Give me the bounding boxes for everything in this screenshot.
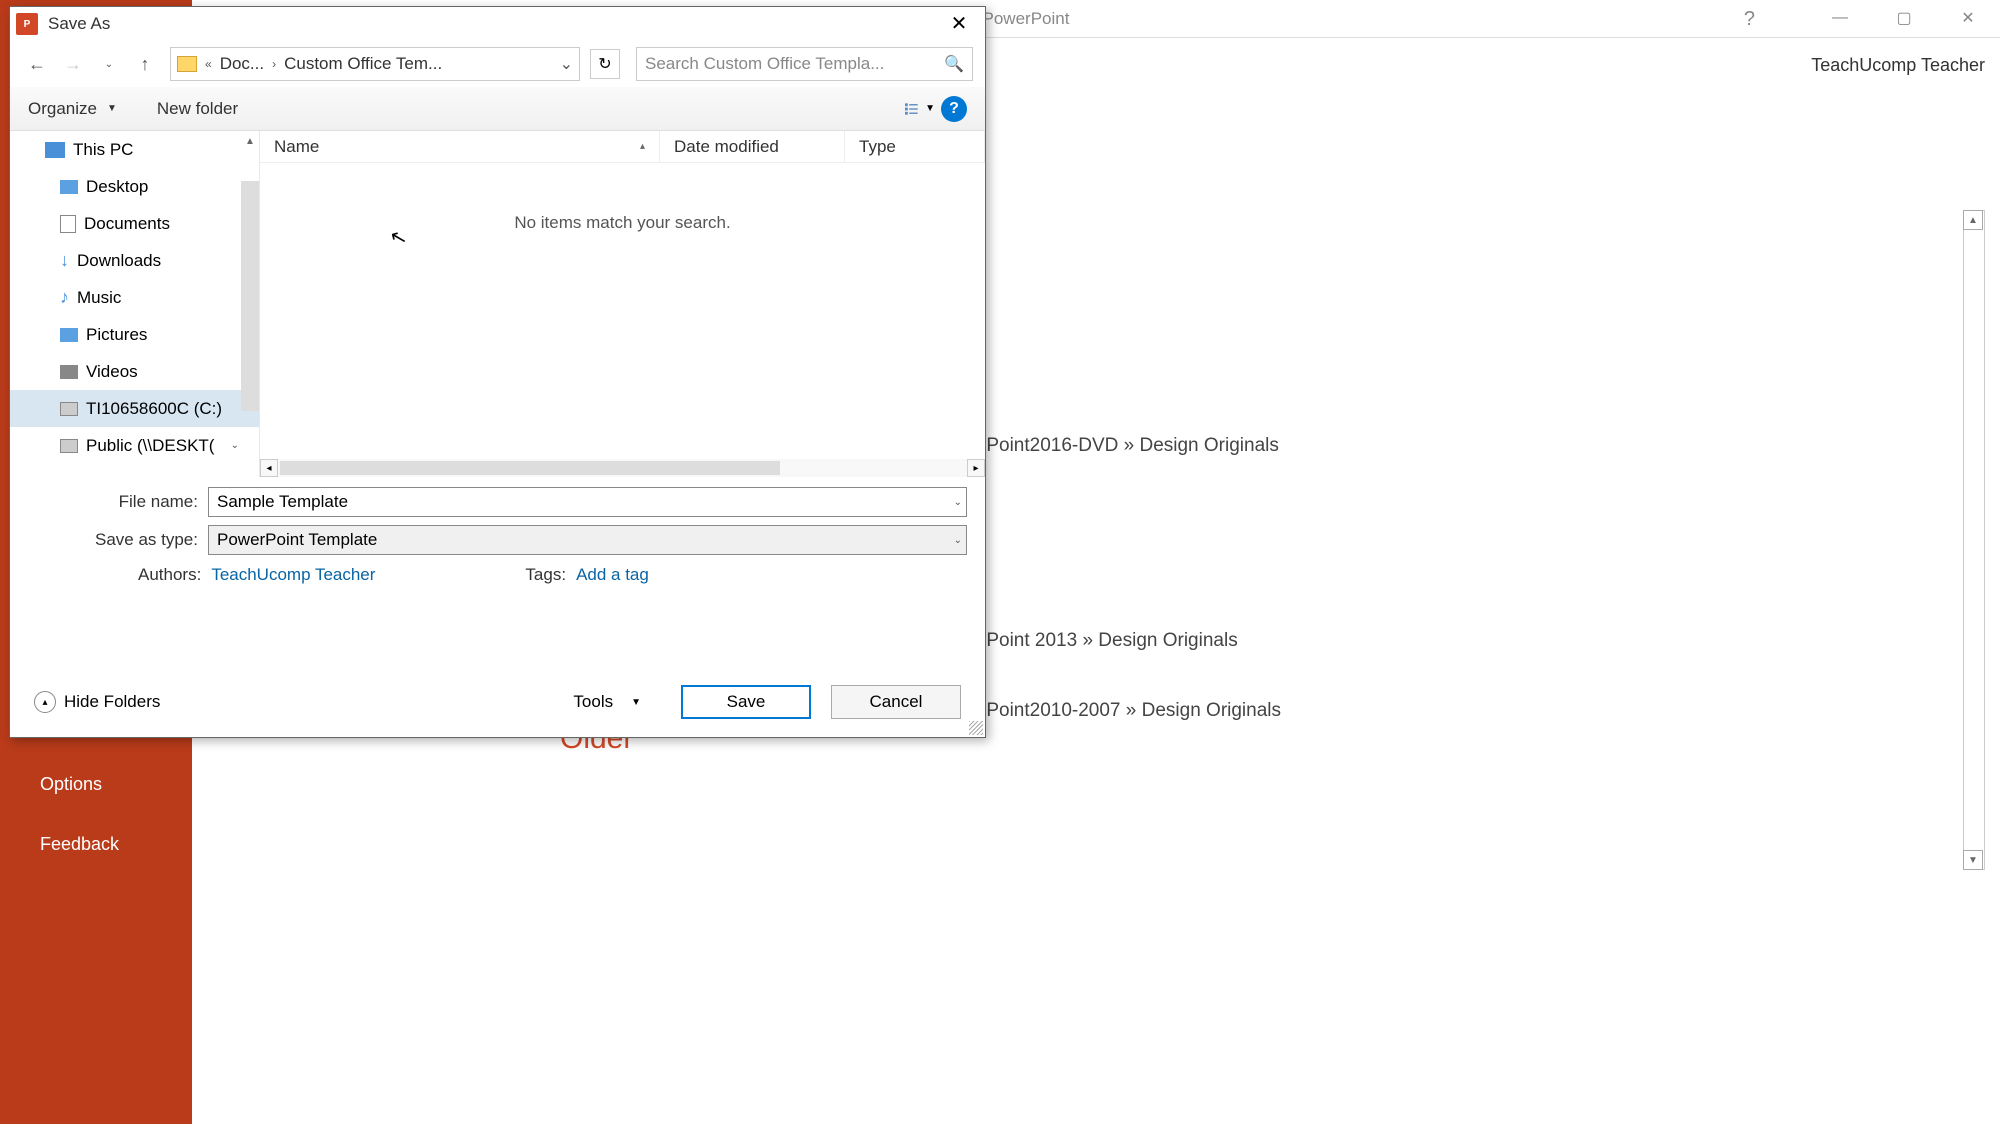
column-name[interactable]: Name▴ (260, 131, 660, 162)
tags-value[interactable]: Add a tag (576, 565, 649, 585)
scroll-down-icon[interactable]: ▼ (1963, 850, 1983, 870)
music-icon: ♪ (60, 287, 69, 308)
dialog-footer: ▴ Hide Folders Tools▼ Save Cancel (10, 667, 985, 737)
powerpoint-icon: P (16, 13, 38, 35)
recent-path-1[interactable]: rPoint2016-DVD » Design Originals (980, 435, 1279, 457)
cancel-button[interactable]: Cancel (831, 685, 961, 719)
dialog-titlebar[interactable]: P Save As ✕ (10, 7, 985, 41)
tree-scrollbar-thumb[interactable] (241, 181, 259, 411)
organize-button[interactable]: Organize▼ (28, 99, 117, 119)
horizontal-scrollbar[interactable]: ◂ ▸ (260, 459, 985, 477)
new-folder-button[interactable]: New folder (157, 99, 238, 119)
save-type-select[interactable]: PowerPoint Template ⌄ (208, 525, 967, 555)
dialog-toolbar: Organize▼ New folder ▼ ? (10, 87, 985, 131)
save-button[interactable]: Save (681, 685, 811, 719)
up-button[interactable]: ↑ (130, 49, 160, 79)
folder-icon (177, 56, 197, 72)
scroll-left-icon[interactable]: ◂ (260, 459, 278, 477)
save-as-dialog: P Save As ✕ ← → ⌄ ↑ « Doc... › Custom Of… (9, 6, 986, 738)
network-drive-icon (60, 439, 78, 453)
address-bar[interactable]: « Doc... › Custom Office Tem... ⌄ (170, 47, 580, 81)
tree-music[interactable]: ♪ Music (10, 279, 259, 316)
window-controls: — ▢ ✕ (1808, 0, 2000, 36)
tools-button[interactable]: Tools▼ (553, 686, 661, 718)
tree-local-drive[interactable]: TI10658600C (C:) (10, 390, 259, 427)
file-list-header: Name▴ Date modified Type (260, 131, 985, 163)
tree-this-pc[interactable]: This PC (10, 131, 259, 168)
search-box[interactable]: Search Custom Office Templa... 🔍 (636, 47, 973, 81)
dialog-fields: File name: Sample Template ⌄ Save as typ… (10, 477, 985, 585)
drive-icon (60, 402, 78, 416)
search-placeholder: Search Custom Office Templa... (645, 54, 944, 74)
resize-grip[interactable] (969, 721, 983, 735)
filename-label: File name: (28, 492, 208, 512)
close-button[interactable]: ✕ (1936, 0, 2000, 36)
refresh-button[interactable]: ↻ (590, 49, 620, 79)
breadcrumb-sep[interactable]: « (201, 57, 216, 71)
sidebar-item-feedback[interactable]: Feedback (0, 820, 192, 869)
chevron-up-icon: ▴ (34, 691, 56, 713)
view-options-button[interactable]: ▼ (905, 94, 935, 124)
download-icon: ↓ (60, 250, 69, 271)
tree-videos[interactable]: Videos (10, 353, 259, 390)
filename-input[interactable]: Sample Template ⌄ (208, 487, 967, 517)
folder-tree: ▲ This PC Desktop Documents ↓ Downloads … (10, 131, 260, 477)
breadcrumb-documents[interactable]: Doc... (220, 54, 264, 74)
authors-value[interactable]: TeachUcomp Teacher (211, 565, 375, 585)
recent-path-2[interactable]: rPoint 2013 » Design Originals (980, 630, 1238, 652)
close-icon[interactable]: ✕ (939, 9, 979, 37)
history-dropdown-icon[interactable]: ⌄ (94, 49, 124, 79)
sort-asc-icon: ▴ (640, 141, 645, 152)
scroll-up-icon[interactable]: ▲ (1963, 210, 1983, 230)
address-dropdown-icon[interactable]: ⌄ (560, 54, 573, 74)
column-date[interactable]: Date modified (660, 131, 845, 162)
tags-label: Tags: (525, 565, 566, 585)
pictures-icon (60, 328, 78, 342)
scrollbar-track[interactable] (1963, 210, 1985, 870)
monitor-icon (45, 142, 65, 158)
search-icon[interactable]: 🔍 (944, 54, 964, 74)
tree-downloads[interactable]: ↓ Downloads (10, 242, 259, 279)
breadcrumb-current[interactable]: Custom Office Tem... (284, 54, 442, 74)
tree-documents[interactable]: Documents (10, 205, 259, 242)
tree-pictures[interactable]: Pictures (10, 316, 259, 353)
empty-message: No items match your search. (260, 213, 985, 233)
chevron-right-icon[interactable]: › (268, 57, 280, 71)
tree-scroll-up-icon[interactable]: ▲ (241, 131, 259, 151)
maximize-button[interactable]: ▢ (1872, 0, 1936, 36)
chevron-down-icon[interactable]: ⌄ (231, 440, 239, 451)
scrollbar[interactable]: ▲ ▼ (1963, 210, 1985, 870)
tree-network-drive[interactable]: Public (\\DESKT( ⌄ (10, 427, 259, 464)
desktop-icon (60, 180, 78, 194)
help-icon[interactable]: ? (1744, 8, 1755, 31)
help-icon[interactable]: ? (941, 96, 967, 122)
file-list: Name▴ Date modified Type No items match … (260, 131, 985, 477)
authors-label: Authors: (138, 565, 201, 585)
recent-path-3[interactable]: rPoint2010-2007 » Design Originals (980, 700, 1281, 722)
navigation-bar: ← → ⌄ ↑ « Doc... › Custom Office Tem... … (10, 41, 985, 87)
dialog-body: ▲ This PC Desktop Documents ↓ Downloads … (10, 131, 985, 477)
dropdown-icon[interactable]: ⌄ (954, 497, 962, 508)
back-button[interactable]: ← (22, 49, 52, 79)
save-type-label: Save as type: (28, 530, 208, 550)
document-icon (60, 215, 76, 233)
minimize-button[interactable]: — (1808, 0, 1872, 36)
hscroll-thumb[interactable] (280, 461, 780, 475)
videos-icon (60, 365, 78, 379)
dropdown-icon[interactable]: ⌄ (954, 535, 962, 546)
column-type[interactable]: Type (845, 131, 985, 162)
tree-desktop[interactable]: Desktop (10, 168, 259, 205)
forward-button[interactable]: → (58, 49, 88, 79)
user-label[interactable]: TeachUcomp Teacher (1811, 55, 1985, 76)
scroll-right-icon[interactable]: ▸ (967, 459, 985, 477)
hide-folders-button[interactable]: ▴ Hide Folders (34, 691, 160, 713)
sidebar-item-options[interactable]: Options (0, 760, 192, 809)
dialog-title: Save As (48, 14, 110, 34)
